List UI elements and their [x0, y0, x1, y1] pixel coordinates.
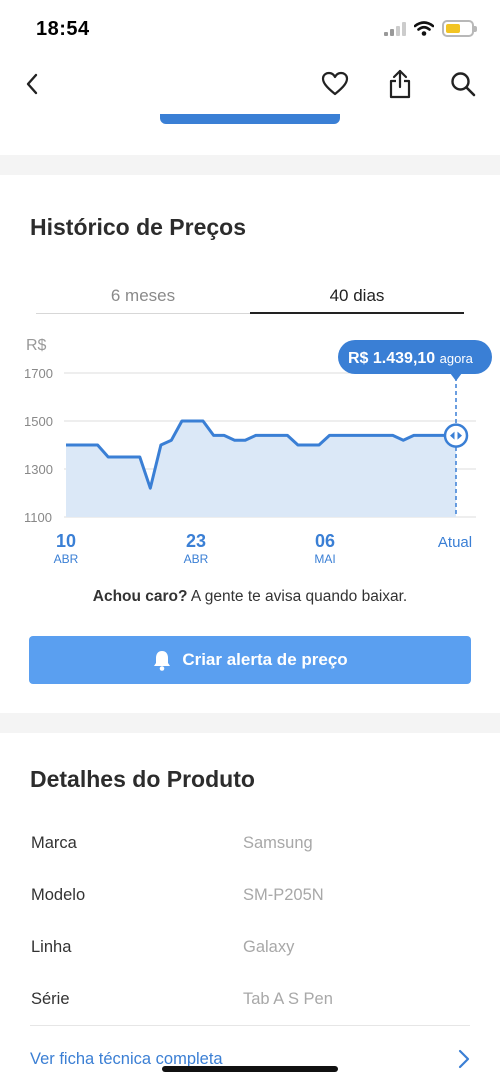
wifi-icon: [414, 21, 434, 36]
share-button[interactable]: [382, 66, 418, 102]
tooltip-price: R$ 1.439,10: [348, 350, 435, 367]
create-price-alert-button[interactable]: Criar alerta de preço: [29, 636, 471, 684]
x-tick-month: MAI: [314, 552, 335, 566]
favorite-button[interactable]: [317, 66, 353, 102]
divider: [30, 1025, 470, 1026]
chevron-left-icon: [26, 73, 38, 95]
x-tick-label: Atual: [438, 534, 472, 551]
status-bar: 18:54: [0, 0, 500, 58]
x-tick-month: ABR: [54, 552, 79, 566]
y-tick-label: 1500: [24, 414, 53, 429]
share-icon: [389, 69, 411, 99]
detail-label: Linha: [31, 938, 72, 956]
y-tick-label: 1700: [24, 366, 53, 381]
nav-bar: [0, 58, 500, 114]
x-tick-label: 10: [56, 531, 76, 551]
detail-label: Modelo: [31, 886, 86, 904]
x-tick-month: ABR: [184, 552, 209, 566]
home-indicator: [162, 1066, 338, 1072]
battery-icon: [442, 20, 477, 37]
section-separator-2: [0, 713, 500, 733]
price-alert-note: Achou caro? A gente te avisa quando baix…: [0, 588, 500, 606]
signal-icon: [384, 21, 406, 36]
partial-buy-button[interactable]: [160, 114, 340, 124]
chevron-right-icon[interactable]: [456, 1048, 472, 1070]
tab-40-days[interactable]: 40 dias: [250, 284, 464, 314]
tab-6-months[interactable]: 6 meses: [36, 284, 250, 314]
x-tick-label: 23: [186, 531, 206, 551]
detail-row-model: Modelo SM-P205N: [0, 886, 500, 926]
y-tick-label: 1100: [24, 510, 52, 525]
back-button[interactable]: [14, 66, 50, 102]
period-tabs: 6 meses 40 dias: [36, 284, 464, 316]
price-history-chart: R$ 1700 1500 1300 1100 R$ 1.439,10 agora 10…: [24, 337, 492, 566]
section-separator: [0, 155, 500, 175]
detail-value: Samsung: [243, 834, 313, 852]
detail-label: Marca: [31, 834, 77, 852]
bell-icon: [154, 651, 171, 671]
y-axis-label: R$: [26, 337, 47, 354]
current-price-tooltip: R$ 1.439,10 agora: [338, 340, 492, 381]
note-bold: Achou caro?: [92, 588, 188, 605]
note-text: A gente te avisa quando baixar.: [187, 588, 408, 605]
price-history-title: Histórico de Preços: [30, 214, 247, 240]
heart-icon: [321, 71, 349, 96]
detail-row-brand: Marca Samsung: [0, 834, 500, 874]
y-tick-label: 1300: [24, 462, 53, 477]
detail-value: Galaxy: [243, 938, 295, 956]
svg-text:R$ 1.439,10 agora: R$ 1.439,10 agora: [348, 350, 474, 367]
detail-label: Série: [31, 990, 70, 1008]
status-time: 18:54: [36, 18, 90, 40]
search-button[interactable]: [445, 66, 481, 102]
x-tick-label: 06: [315, 531, 335, 551]
detail-row-line: Linha Galaxy: [0, 938, 500, 978]
detail-value: SM-P205N: [243, 886, 324, 904]
chart-scrub-handle[interactable]: [443, 423, 469, 448]
search-icon: [451, 72, 476, 97]
alert-button-label: Criar alerta de preço: [182, 650, 348, 669]
detail-row-series: Série Tab A S Pen: [0, 990, 500, 1030]
status-icons: [384, 20, 477, 37]
detail-value: Tab A S Pen: [243, 990, 333, 1008]
product-details-title: Detalhes do Produto: [30, 766, 255, 792]
tooltip-suffix: agora: [440, 351, 474, 366]
